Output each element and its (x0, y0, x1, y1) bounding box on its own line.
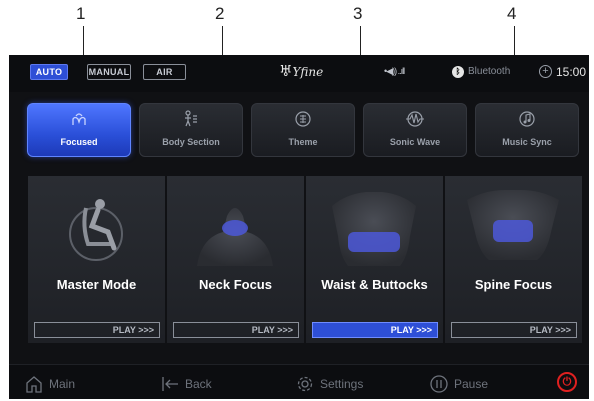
status-bar: AUTO MANUAL AIR ♅Yfine •◀)) ..ıll ᛒ Blue… (9, 55, 589, 92)
clock-time: 15:00 (556, 65, 587, 79)
play-button[interactable]: PLAY >>> (173, 322, 299, 338)
air-mode-button[interactable]: AIR (143, 64, 186, 80)
callout-2: 2 (215, 4, 225, 23)
home-icon (26, 376, 42, 393)
hands-icon (28, 110, 130, 132)
massage-chair-icon (69, 199, 123, 261)
auto-mode-button[interactable]: AUTO (30, 64, 68, 80)
pause-icon (430, 375, 448, 393)
spine-body-image (467, 190, 559, 260)
tab-music-sync-label: Music Sync (502, 137, 552, 147)
tab-sonic-wave-label: Sonic Wave (389, 137, 441, 147)
clock-icon: + (539, 65, 552, 78)
callout-3: 3 (353, 4, 363, 23)
gear-icon (297, 376, 313, 392)
tab-music-sync[interactable]: Music Sync (475, 103, 579, 157)
body-icon (140, 110, 242, 132)
pause-label: Pause (454, 377, 489, 391)
play-button[interactable]: PLAY >>> (34, 322, 160, 338)
settings-button[interactable]: Settings (296, 375, 363, 393)
play-button[interactable]: PLAY >>> (312, 322, 438, 338)
tab-body-section[interactable]: Body Section (139, 103, 243, 157)
tab-focused-label: Focused (60, 137, 98, 147)
card-master-mode[interactable]: Master Mode PLAY >>> (28, 176, 165, 343)
back-arrow-icon (162, 377, 178, 391)
play-button[interactable]: PLAY >>> (451, 322, 577, 338)
pause-button[interactable]: Pause (430, 375, 488, 393)
tab-body-section-label: Body Section (162, 137, 220, 147)
card-spine-focus[interactable]: Spine Focus PLAY >>> (445, 176, 582, 343)
music-note-icon (476, 110, 578, 132)
card-waist-buttocks[interactable]: Waist & Buttocks PLAY >>> (306, 176, 443, 343)
tab-theme[interactable]: Theme (251, 103, 355, 157)
wave-icon (364, 110, 466, 132)
bluetooth-label: Bluetooth (468, 66, 511, 77)
back-label: Back (185, 377, 212, 391)
callout-1: 1 (76, 4, 86, 23)
book-icon (252, 110, 354, 132)
callout-4: 4 (507, 4, 517, 23)
power-icon: ⏻ (562, 376, 572, 388)
waist-body-image (332, 192, 416, 266)
back-button[interactable]: Back (161, 375, 212, 393)
manual-mode-button[interactable]: MANUAL (87, 64, 131, 80)
tab-theme-label: Theme (288, 137, 318, 147)
power-button[interactable]: ⏻ (557, 372, 577, 392)
tab-focused[interactable]: Focused (27, 103, 131, 157)
card-neck-focus[interactable]: Neck Focus PLAY >>> (167, 176, 304, 343)
main-label: Main (49, 377, 76, 391)
neck-body-image (197, 208, 273, 266)
card-title: Waist & Buttocks (321, 277, 428, 292)
signal-volume-icon: •◀)) ..ıll (384, 66, 405, 76)
main-button[interactable]: Main (25, 375, 75, 393)
brand-logo: ♅Yfine (279, 62, 324, 80)
card-title: Neck Focus (199, 277, 272, 292)
bottom-bar: Main Back Settings Pause ⏻ (9, 364, 589, 399)
bluetooth-icon[interactable]: ᛒ (452, 66, 464, 78)
tab-sonic-wave[interactable]: Sonic Wave (363, 103, 467, 157)
card-title: Spine Focus (474, 277, 553, 292)
device-screen: AUTO MANUAL AIR ♅Yfine •◀)) ..ıll ᛒ Blue… (9, 55, 589, 399)
settings-label: Settings (320, 377, 364, 391)
card-title: Master Mode (56, 277, 137, 292)
